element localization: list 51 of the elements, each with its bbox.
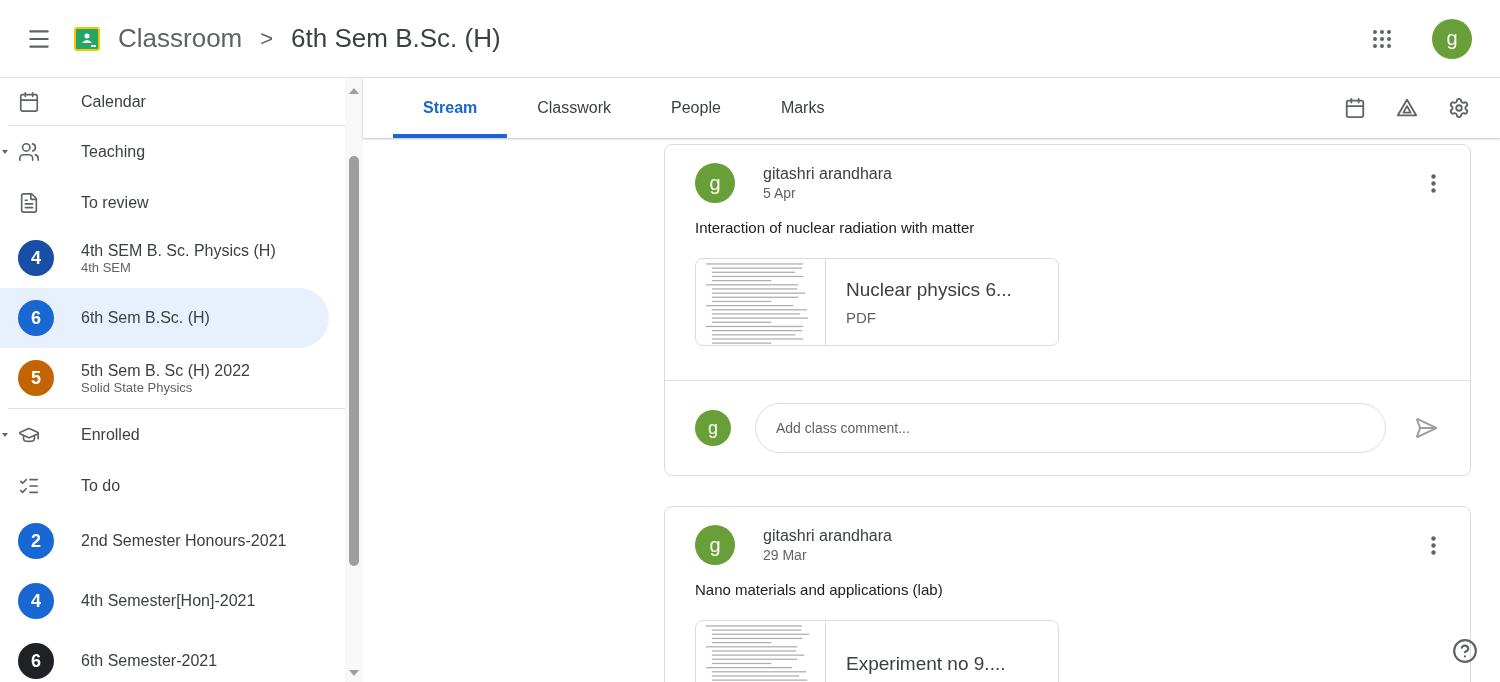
breadcrumb-separator: > [260,25,274,52]
sidebar-item[interactable]: Calendar [0,78,329,125]
attachment-title: Experiment no 9.... [846,653,1006,675]
app-title[interactable]: Classroom [118,23,243,54]
commenter-avatar: g [695,410,731,446]
class-item[interactable]: 5 5th Sem B. Sc (H) 2022 Solid State Physics [0,348,329,408]
send-icon [1414,416,1438,440]
document-icon [18,192,40,214]
sidebar-item[interactable]: To review [0,178,329,228]
post-text: Nano materials and applications (lab) [695,581,944,598]
sidebar-section[interactable]: Teaching [0,126,329,178]
calendar-icon [1344,97,1366,119]
classroom-logo-icon [74,26,100,51]
class-avatar: 5 [18,360,54,396]
class-item[interactable]: 4 4th SEM B. Sc. Physics (H) 4th SEM [0,228,329,288]
class-avatar: 6 [18,643,54,679]
triangle-icon [1396,97,1418,119]
class-avatar: 4 [18,583,54,619]
settings-icon [1448,97,1470,119]
more-icon [1431,535,1436,555]
post-date: 29 Mar [763,547,808,563]
class-avatar: 6 [18,300,54,336]
author-name: gitashri arandhara [763,527,893,545]
attachment-card[interactable]: Nuclear physics 6... PDF [695,258,1059,346]
attachment-title: Nuclear physics 6... [846,278,1012,301]
author-avatar: g [695,163,735,203]
post-text: Interaction of nuclear radiation with matter [695,219,976,236]
sidebar-section[interactable]: Enrolled [0,409,329,461]
course-title: 6th Sem B.Sc. (H) [291,23,501,54]
people-icon [18,141,40,163]
class-item[interactable]: 4 4th Semester[Hon]-2021 [0,571,329,631]
class-avatar: 2 [18,523,54,559]
tab[interactable]: Classwork [507,78,642,138]
class-item[interactable]: 2 2nd Semester Honours-2021 [0,511,329,571]
tab[interactable]: People [641,78,751,138]
class-item[interactable]: 6 6th Semester-2021 [0,631,329,682]
help-button[interactable] [1452,638,1478,664]
help-icon [1452,638,1478,664]
attachment-card[interactable]: Experiment no 9.... [695,620,1059,682]
tab[interactable]: Marks [750,78,855,138]
post-date: 5 Apr [763,185,797,201]
comment-field[interactable]: Add class comment... [755,403,1386,453]
tab[interactable]: Stream [393,78,508,138]
more-icon [1431,173,1436,193]
class-item[interactable]: 6 6th Sem B.Sc. (H) [0,288,329,348]
calendar-icon [18,90,40,113]
attachment-type: PDF [846,308,877,326]
author-avatar: g [695,525,735,565]
author-name: gitashri arandhara [763,165,893,183]
sidebar-item[interactable]: To do [0,461,329,511]
class-avatar: 4 [18,240,54,276]
